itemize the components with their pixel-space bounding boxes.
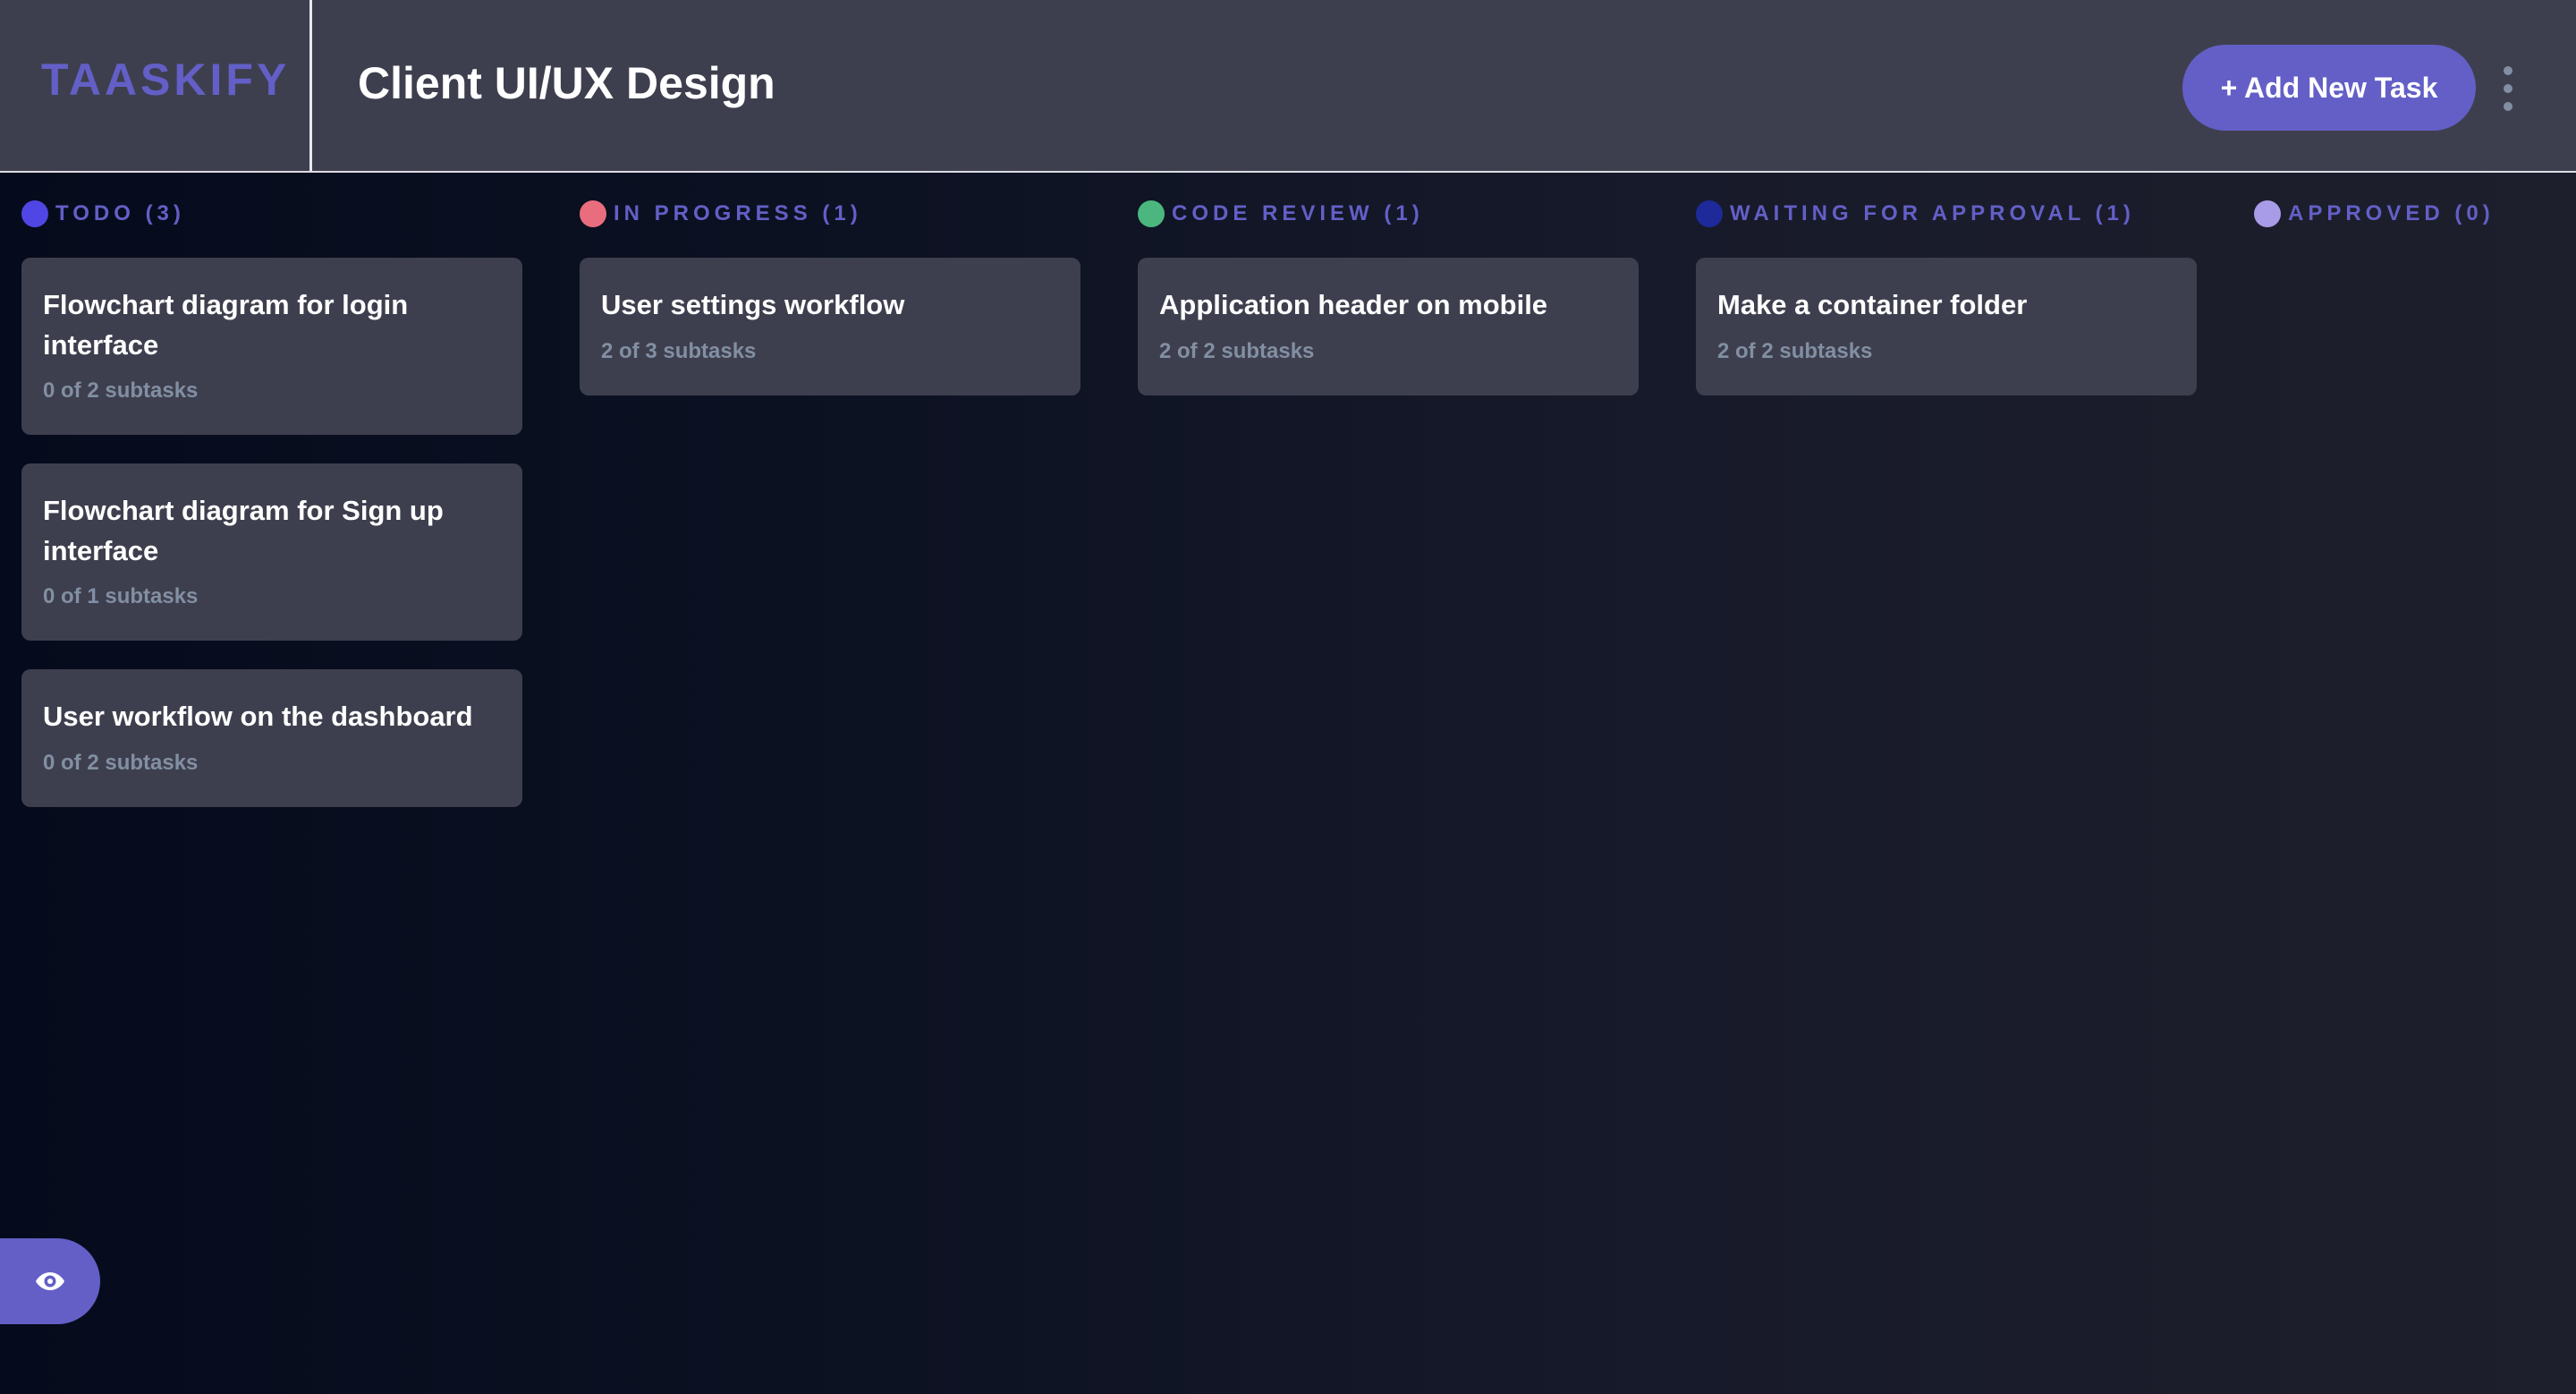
- task-title: User workflow on the dashboard: [43, 701, 473, 732]
- column-title: CODE REVIEW (1): [1172, 201, 1424, 225]
- eye-icon: [36, 1272, 64, 1290]
- task-title: Flowchart diagram for login interface: [43, 289, 409, 361]
- task-subtasks: 2 of 3 subtasks: [601, 339, 757, 363]
- logo-area: TAASKIFY: [0, 0, 312, 171]
- column-status-dot: [1138, 200, 1165, 227]
- task-subtasks: 0 of 2 subtasks: [43, 751, 199, 775]
- task-title: Application header on mobile: [1159, 289, 1548, 320]
- task-card[interactable]: User settings workflow 2 of 3 subtasks: [580, 258, 1080, 395]
- show-sidebar-button[interactable]: [0, 1238, 100, 1324]
- vertical-ellipsis-icon[interactable]: [2496, 66, 2521, 111]
- column-title: APPROVED (0): [2288, 201, 2495, 225]
- task-card[interactable]: Flowchart diagram for login interface 0 …: [21, 258, 522, 435]
- task-title: Make a container folder: [1717, 289, 2028, 320]
- task-subtasks: 0 of 2 subtasks: [43, 378, 199, 403]
- task-card[interactable]: User workflow on the dashboard 0 of 2 su…: [21, 669, 522, 807]
- app-header: TAASKIFY Client UI/UX Design + Add New T…: [0, 0, 2576, 173]
- board-title: Client UI/UX Design: [358, 58, 775, 108]
- column-header: IN PROGRESS (1): [580, 199, 1080, 229]
- column-title: IN PROGRESS (1): [614, 201, 862, 225]
- column-approved: APPROVED (0): [2254, 199, 2558, 229]
- column-header: TODO (3): [21, 199, 522, 229]
- column-title: TODO (3): [55, 201, 185, 225]
- task-subtasks: 2 of 2 subtasks: [1159, 339, 1315, 363]
- column-header: WAITING FOR APPROVAL (1): [1696, 199, 2197, 229]
- task-card[interactable]: Application header on mobile 2 of 2 subt…: [1138, 258, 1639, 395]
- column-header: CODE REVIEW (1): [1138, 199, 1639, 229]
- column-title: WAITING FOR APPROVAL (1): [1730, 201, 2135, 225]
- column-status-dot: [580, 200, 606, 227]
- column-waiting-for-approval: WAITING FOR APPROVAL (1) Make a containe…: [1696, 199, 2197, 395]
- task-title: User settings workflow: [601, 289, 905, 320]
- add-new-task-button[interactable]: + Add New Task: [2182, 45, 2476, 131]
- column-status-dot: [21, 200, 48, 227]
- column-status-dot: [1696, 200, 1723, 227]
- column-in-progress: IN PROGRESS (1) User settings workflow 2…: [580, 199, 1080, 395]
- column-status-dot: [2254, 200, 2281, 227]
- task-title: Flowchart diagram for Sign up interface: [43, 495, 444, 566]
- task-card[interactable]: Flowchart diagram for Sign up interface …: [21, 463, 522, 641]
- column-todo: TODO (3) Flowchart diagram for login int…: [21, 199, 522, 807]
- app-logo: TAASKIFY: [41, 55, 291, 105]
- task-subtasks: 0 of 1 subtasks: [43, 584, 199, 608]
- task-subtasks: 2 of 2 subtasks: [1717, 339, 1873, 363]
- column-header: APPROVED (0): [2254, 199, 2558, 229]
- column-code-review: CODE REVIEW (1) Application header on mo…: [1138, 199, 1639, 395]
- task-card[interactable]: Make a container folder 2 of 2 subtasks: [1696, 258, 2197, 395]
